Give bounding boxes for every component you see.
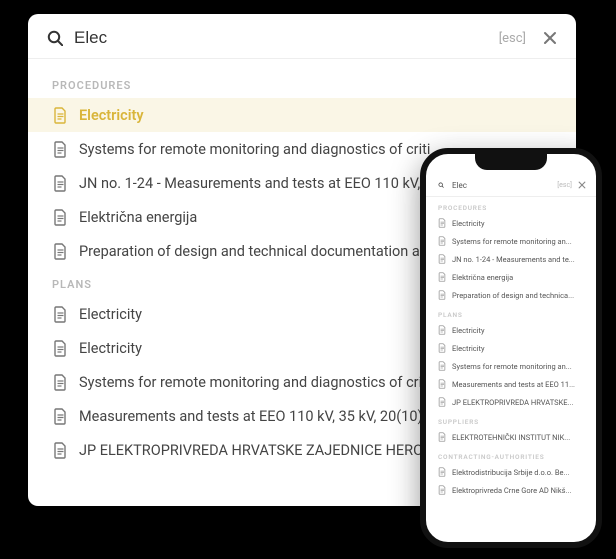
result-label: Electricity bbox=[79, 306, 142, 323]
mobile-inner: Elec [esc] PROCEDURES Electricity System… bbox=[426, 154, 596, 542]
document-icon bbox=[52, 305, 67, 323]
result-label: Systems for remote monitoring an... bbox=[452, 237, 572, 246]
result-label: Električna energija bbox=[452, 273, 513, 282]
document-icon bbox=[52, 407, 67, 425]
document-icon bbox=[438, 236, 446, 246]
result-label: JP ELEKTROPRIVREDA HRVATSKE... bbox=[452, 398, 574, 407]
document-icon bbox=[52, 174, 67, 192]
phone-notch bbox=[475, 154, 547, 170]
result-item[interactable]: JN no. 1-24 - Measurements and te... bbox=[426, 250, 596, 268]
search-icon bbox=[46, 29, 64, 47]
result-label: JN no. 1-24 - Measurements and tests at … bbox=[79, 175, 432, 192]
document-icon bbox=[438, 254, 446, 264]
esc-hint: [esc] bbox=[557, 181, 572, 189]
result-item[interactable]: Elektroprivreda Crne Gore AD Nikš... bbox=[426, 481, 596, 499]
document-icon bbox=[438, 218, 446, 228]
search-row: [esc] bbox=[28, 14, 576, 59]
result-item[interactable]: Systems for remote monitoring an... bbox=[426, 232, 596, 250]
result-item[interactable]: Electricity bbox=[426, 321, 596, 339]
document-icon bbox=[52, 106, 67, 124]
document-icon bbox=[52, 242, 67, 260]
document-icon bbox=[438, 379, 446, 389]
document-icon bbox=[438, 343, 446, 353]
document-icon bbox=[438, 361, 446, 371]
result-item[interactable]: Electricity bbox=[426, 339, 596, 357]
document-icon bbox=[438, 485, 446, 495]
result-label: Systems for remote monitoring and diagno… bbox=[79, 141, 430, 158]
result-label: Preparation of design and technical docu… bbox=[79, 243, 428, 260]
mobile-preview: Elec [esc] PROCEDURES Electricity System… bbox=[420, 148, 602, 548]
section-procedures-label: PROCEDURES bbox=[28, 69, 576, 98]
result-label: Measurements and tests at EEO 110 kV, 35… bbox=[79, 408, 423, 425]
document-icon bbox=[438, 467, 446, 477]
section-contracting-label: CONTRACTING-AUTHORITIES bbox=[426, 446, 596, 463]
document-icon bbox=[52, 339, 67, 357]
close-icon[interactable] bbox=[578, 181, 586, 189]
search-icon bbox=[438, 182, 444, 188]
document-icon bbox=[438, 290, 446, 300]
result-label: Electricity bbox=[79, 107, 144, 124]
result-item[interactable]: Measurements and tests at EEO 11... bbox=[426, 375, 596, 393]
document-icon bbox=[438, 397, 446, 407]
document-icon bbox=[438, 272, 446, 282]
result-item[interactable]: Electricity bbox=[28, 98, 576, 132]
result-item[interactable]: Electricity bbox=[426, 214, 596, 232]
mobile-search-row: Elec [esc] bbox=[426, 176, 596, 197]
esc-hint: [esc] bbox=[499, 31, 526, 46]
result-item[interactable]: Elektrodistribucija Srbije d.o.o. Be... bbox=[426, 463, 596, 481]
result-label: Električna energija bbox=[79, 209, 197, 226]
result-item[interactable]: JP ELEKTROPRIVREDA HRVATSKE... bbox=[426, 393, 596, 411]
close-icon[interactable] bbox=[542, 30, 558, 46]
result-label: ELEKTROTEHNIČKI INSTITUT NIK... bbox=[452, 433, 570, 442]
section-procedures-label: PROCEDURES bbox=[426, 197, 596, 214]
document-icon bbox=[52, 140, 67, 158]
result-item[interactable]: ELEKTROTEHNIČKI INSTITUT NIK... bbox=[426, 428, 596, 446]
document-icon bbox=[52, 373, 67, 391]
section-plans-label: PLANS bbox=[426, 304, 596, 321]
document-icon bbox=[52, 208, 67, 226]
result-label: Elektrodistribucija Srbije d.o.o. Be... bbox=[452, 468, 569, 477]
section-suppliers-label: SUPPLIERS bbox=[426, 411, 596, 428]
document-icon bbox=[438, 432, 446, 442]
document-icon bbox=[438, 325, 446, 335]
mobile-search-value[interactable]: Elec bbox=[452, 181, 467, 190]
result-item[interactable]: Systems for remote monitoring an... bbox=[426, 357, 596, 375]
result-label: Electricity bbox=[79, 340, 142, 357]
result-label: Measurements and tests at EEO 11... bbox=[452, 380, 575, 389]
result-label: JN no. 1-24 - Measurements and te... bbox=[452, 255, 575, 264]
document-icon bbox=[52, 441, 67, 459]
result-label: Systems for remote monitoring an... bbox=[452, 362, 572, 371]
result-item[interactable]: Električna energija bbox=[426, 268, 596, 286]
result-item[interactable]: Preparation of design and technica... bbox=[426, 286, 596, 304]
result-label: Electricity bbox=[452, 326, 485, 335]
result-label: Elektroprivreda Crne Gore AD Nikš... bbox=[452, 486, 571, 495]
result-label: JP ELEKTROPRIVREDA HRVATSKE ZAJEDNICE HE… bbox=[79, 442, 423, 459]
search-input[interactable] bbox=[74, 28, 489, 48]
result-label: Electricity bbox=[452, 344, 485, 353]
result-label: Preparation of design and technica... bbox=[452, 291, 574, 300]
result-label: Systems for remote monitoring and diagno… bbox=[79, 374, 422, 391]
result-label: Electricity bbox=[452, 219, 485, 228]
